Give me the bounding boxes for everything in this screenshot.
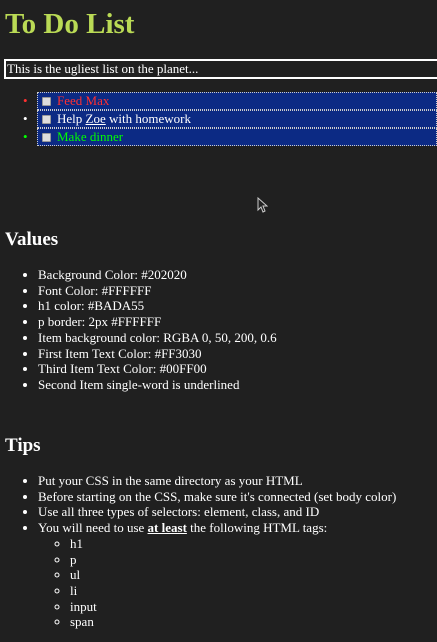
value-item: Third Item Text Color: #00FF00 [38, 361, 277, 377]
tag-item: input [70, 599, 396, 615]
todo-checkbox[interactable] [42, 97, 51, 106]
emphasis: at least [147, 520, 187, 536]
todo-list: Feed Max Help Zoe with homework Make din… [0, 92, 437, 146]
values-list: Background Color: #202020 Font Color: #F… [0, 267, 277, 393]
values-heading: Values [5, 229, 59, 250]
todo-item: Help Zoe with homework [23, 110, 437, 128]
tips-list: Put your CSS in the same directory as yo… [0, 473, 396, 630]
tag-item: h1 [70, 536, 396, 552]
tag-item: span [70, 614, 396, 630]
todo-text: Feed Max [57, 93, 110, 108]
page-title: To Do List [5, 8, 135, 40]
tip-text: the following HTML tags: [186, 520, 328, 536]
tag-item: ul [70, 567, 396, 583]
todo-text: Make dinner [57, 129, 124, 144]
tip-text: You will need to use [38, 520, 148, 536]
tag-item: p [70, 552, 396, 568]
value-item: Background Color: #202020 [38, 267, 277, 283]
todo-text: Help [57, 111, 86, 126]
tag-item: li [70, 583, 396, 599]
value-item: p border: 2px #FFFFFF [38, 314, 277, 330]
todo-item: Make dinner [23, 128, 437, 146]
value-item: First Item Text Color: #FF3030 [38, 346, 277, 362]
mouse-cursor-icon [257, 197, 268, 213]
tip-item: You will need to use at least the follow… [38, 520, 396, 630]
tags-list: h1 p ul li input span [38, 536, 396, 630]
value-item: Second Item single-word is underlined [38, 377, 277, 393]
value-item: Item background color: RGBA 0, 50, 200, … [38, 330, 277, 346]
todo-item: Feed Max [23, 92, 437, 110]
value-item: Font Color: #FFFFFF [38, 283, 277, 299]
intro-paragraph: This is the ugliest list on the planet..… [4, 59, 437, 79]
tip-item: Before starting on the CSS, make sure it… [38, 489, 396, 505]
tip-item: Use all three types of selectors: elemen… [38, 504, 396, 520]
todo-checkbox[interactable] [42, 133, 51, 142]
underlined-word: Zoe [85, 111, 106, 126]
todo-text: with homework [105, 111, 191, 126]
tips-heading: Tips [5, 435, 41, 456]
todo-checkbox[interactable] [42, 115, 51, 124]
value-item: h1 color: #BADA55 [38, 298, 277, 314]
tip-item: Put your CSS in the same directory as yo… [38, 473, 396, 489]
